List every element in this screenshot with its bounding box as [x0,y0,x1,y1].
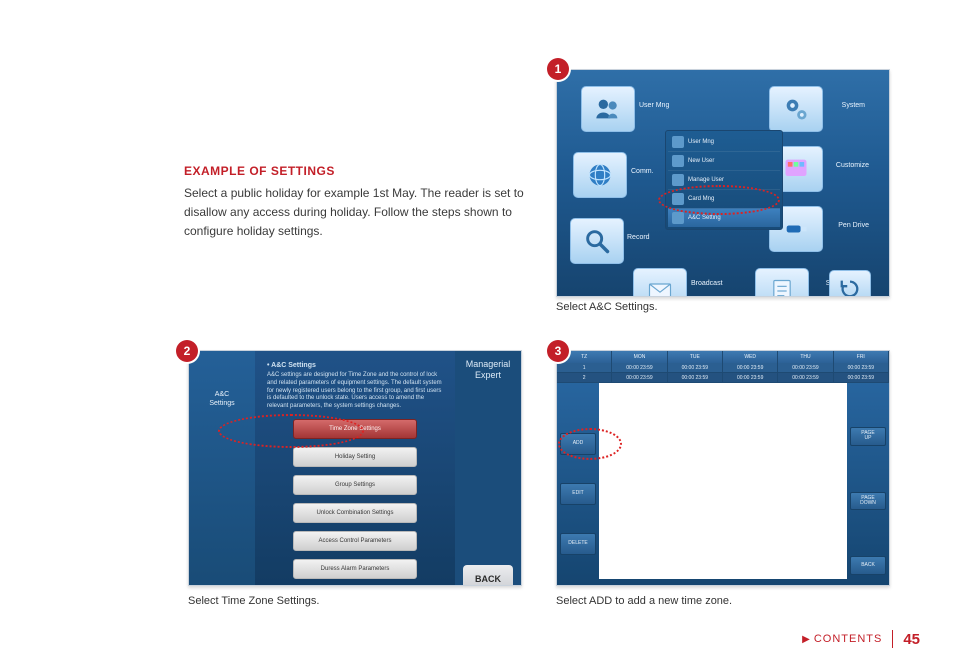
btn-page-up[interactable]: PAGE UP [850,427,886,446]
usb-icon [782,215,810,243]
btn-back[interactable]: BACK [850,556,886,575]
tile-system[interactable] [769,86,823,132]
divider [892,630,893,648]
intro-heading: EXAMPLE OF SETTINGS [184,164,554,178]
caption-3: Select ADD to add a new time zone. [556,595,732,607]
cell: 00:00 23:59 [778,363,833,373]
ac-settings-description: • A&C Settings A&C settings are designed… [267,361,443,411]
btn-group-settings[interactable]: Group Settings [293,475,417,495]
col-tue: TUE [668,351,723,363]
tile-label-system: System [842,102,865,109]
cell: 1 [557,363,612,373]
globe-icon [586,161,614,189]
screenshot-2-ac-settings: A&C Settings • A&C Settings A&C settings… [188,350,522,586]
step-badge-3: 3 [547,340,569,362]
menu-icon [672,136,684,148]
palette-icon [782,155,810,183]
user-mng-submenu: User Mng New User Manage User Card Mng A… [665,130,783,230]
cell: 00:00 23:59 [612,363,667,373]
footer: ▶ CONTENTS 45 [802,630,920,648]
menu-label: Manage User [688,177,724,183]
right-sidebar: Managerial Expert BACK [455,351,521,586]
tile-sysinfo[interactable] [755,268,809,297]
menu-item-user-mng[interactable]: User Mng [668,133,780,151]
expert-label: Managerial Expert [466,359,511,381]
back-button[interactable]: BACK [463,565,513,586]
menu-item-ac-setting[interactable]: A&C Setting [668,208,780,227]
col-thu: THU [778,351,833,363]
tile-label-customize: Customize [836,162,869,169]
contents-link[interactable]: CONTENTS [814,633,883,645]
col-fri: FRI [834,351,889,363]
btn-delete[interactable]: DELETE [560,533,596,555]
tz-empty-area [599,383,847,579]
step-badge-1: 1 [547,58,569,80]
tile-comm[interactable] [573,152,627,198]
gears-icon [782,95,810,123]
btn-unlock-combination[interactable]: Unlock Combination Settings [293,503,417,523]
users-icon [594,95,622,123]
ac-button-column: Time Zone Settings Holiday Setting Group… [293,419,417,586]
tile-label-comm: Comm. [631,168,654,175]
cell: 00:00 23:59 [668,373,723,383]
tile-broadcast[interactable] [633,268,687,297]
btn-add[interactable]: ADD [560,433,596,455]
btn-edit[interactable]: EDIT [560,483,596,505]
caption-1: Select A&C Settings. [556,301,658,313]
undo-icon [839,277,861,297]
tz-right-panel: PAGE UP PAGE DOWN BACK [847,375,889,585]
menu-item-manage[interactable]: Manage User [668,170,780,189]
step-badge-2: 2 [176,340,198,362]
menu-item-card-mng[interactable]: Card Mng [668,189,780,208]
tz-left-panel: ADD EDIT DELETE [557,375,599,585]
menu-label: Card Mng [688,196,714,202]
left-sidebar: A&C Settings [189,351,255,586]
tile-label-record: Record [627,234,650,241]
page-number: 45 [903,631,920,648]
tile-back[interactable] [829,270,871,297]
cell: 00:00 23:59 [834,363,889,373]
btn-time-zone-settings[interactable]: Time Zone Settings [293,419,417,439]
btn-page-down[interactable]: PAGE DOWN [850,492,886,511]
tile-label-broadcast: Broadcast [691,280,723,287]
play-icon: ▶ [802,634,810,645]
desc-title: • A&C Settings [267,361,443,370]
menu-label: New User [688,158,714,164]
menu-icon [672,174,684,186]
doc-icon [768,277,796,297]
mail-icon [646,277,674,297]
tz-row-1[interactable]: 1 00:00 23:59 00:00 23:59 00:00 23:59 00… [557,363,889,373]
cell: 00:00 23:59 [778,373,833,383]
btn-access-control-parameters[interactable]: Access Control Parameters [293,531,417,551]
intro-body: Select a public holiday for example 1st … [184,184,554,242]
menu-label: User Mng [688,139,714,145]
col-wed: WED [723,351,778,363]
cell: 00:00 23:59 [723,363,778,373]
cell: 00:00 23:59 [723,373,778,383]
menu-icon [672,212,684,224]
intro-block: EXAMPLE OF SETTINGS Select a public holi… [184,164,554,242]
menu-item-new-user[interactable]: New User [668,151,780,170]
tz-header-row: TZ MON TUE WED THU FRI [557,351,889,363]
tile-record[interactable] [570,218,624,264]
menu-label: A&C Setting [688,215,721,221]
tile-user-mng[interactable] [581,86,635,132]
btn-holiday-setting[interactable]: Holiday Setting [293,447,417,467]
desc-body: A&C settings are designed for Time Zone … [267,372,442,409]
menu-icon [672,155,684,167]
caption-2: Select Time Zone Settings. [188,595,319,607]
tz-row-2[interactable]: 2 00:00 23:59 00:00 23:59 00:00 23:59 00… [557,373,889,383]
magnifier-icon [583,227,611,255]
btn-duress-alarm-parameters[interactable]: Duress Alarm Parameters [293,559,417,579]
screenshot-1-main-menu: User Mng System Comm. Customize Record P… [556,69,890,297]
tile-label-user: User Mng [639,102,669,109]
screenshot-3-time-zone-list: TZ MON TUE WED THU FRI 1 00:00 23:59 00:… [556,350,890,586]
sidebar-title: A&C Settings [209,391,234,409]
cell: 00:00 23:59 [612,373,667,383]
col-mon: MON [612,351,667,363]
cell: 00:00 23:59 [668,363,723,373]
menu-icon [672,193,684,205]
tile-label-pendrive: Pen Drive [838,222,869,229]
